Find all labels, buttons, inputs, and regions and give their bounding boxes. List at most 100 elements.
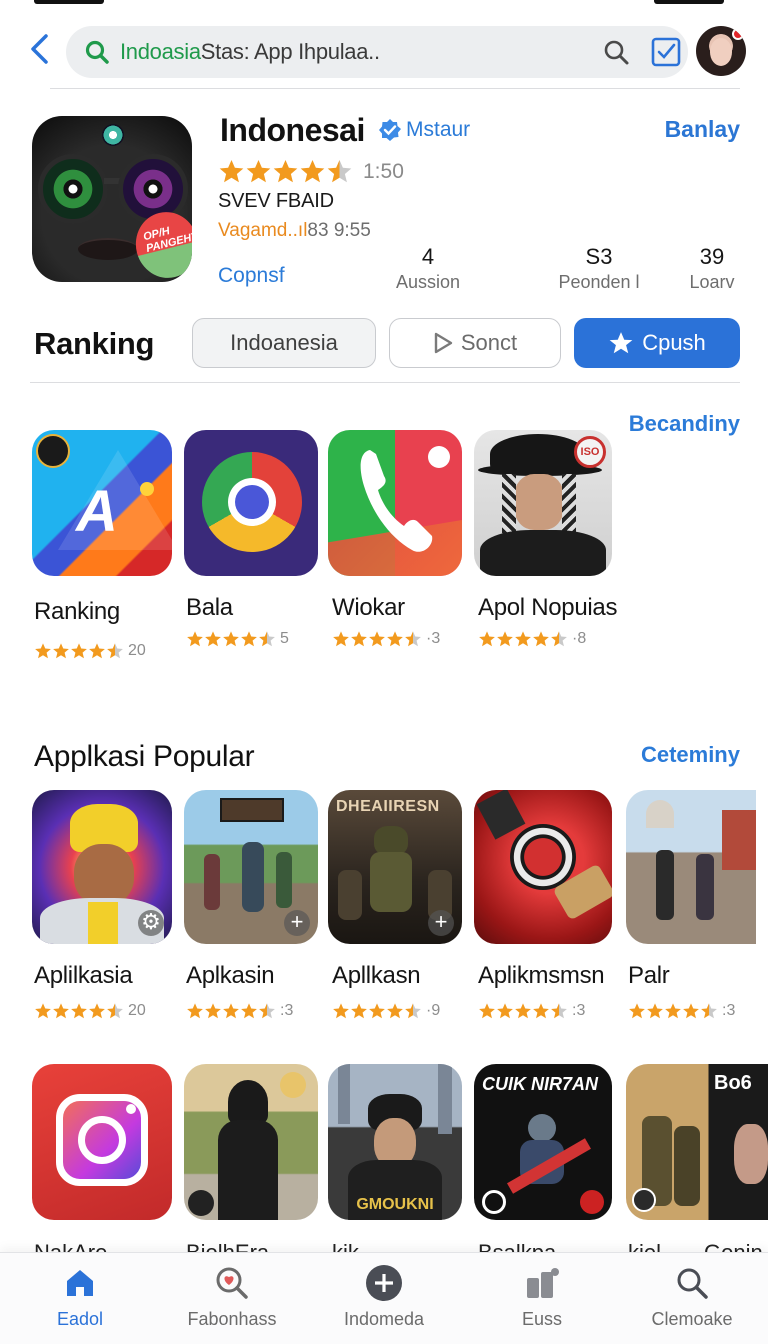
app-icon: GMOUKNI	[328, 1064, 462, 1220]
status-bar-time	[34, 0, 104, 4]
app-icon[interactable]: OP/H PANGEHT	[32, 116, 192, 282]
row3-app-5[interactable]: Bo6	[626, 1064, 768, 1220]
star-icon	[683, 1003, 699, 1019]
app-icon	[32, 1064, 172, 1220]
star-icon	[497, 1003, 513, 1019]
rating-stars	[332, 1002, 422, 1020]
star-icon	[35, 1003, 51, 1019]
banner-text: DHEAIIRESN	[336, 798, 440, 815]
app-name: Aplilkasia	[34, 962, 133, 989]
rating-stars	[332, 630, 422, 648]
ranking-app-4[interactable]: ISO Apol Nopuias ·8	[474, 430, 617, 647]
app-icon	[328, 430, 462, 576]
app-name: Apol Nopuias	[478, 594, 618, 621]
primary-action-link[interactable]: Banlay	[665, 116, 740, 143]
apps-icon	[527, 1268, 559, 1298]
app-rating: 1:50	[218, 158, 404, 185]
star-icon	[533, 631, 549, 647]
app-name: Bala	[186, 594, 233, 621]
star-icon	[246, 160, 271, 183]
star-icon	[515, 631, 531, 647]
star-icon	[515, 1003, 531, 1019]
ranking-app-3[interactable]: Wiokar ·3	[328, 430, 462, 647]
app-link[interactable]: Copnsf	[218, 264, 285, 288]
popular-app-4[interactable]: Aplikmsmsn :3	[474, 790, 612, 1019]
ranking-app-2[interactable]: Bala 5	[184, 430, 318, 647]
ranking-see-more-link[interactable]: Becandiny	[629, 411, 740, 437]
star-icon	[551, 1003, 567, 1019]
chip-sonct[interactable]: Sonct	[389, 318, 561, 368]
app-icon	[474, 790, 612, 944]
search-header: IndoasiaStas: App Ihpulaa..	[0, 24, 768, 84]
star-icon	[387, 1003, 403, 1019]
rating-value: 1:50	[363, 159, 404, 183]
nav-item-home[interactable]: Eadol	[10, 1263, 150, 1330]
star-icon	[89, 643, 105, 659]
star-icon	[609, 332, 633, 354]
row3-app-4[interactable]: CUIK NIR7AN	[474, 1064, 612, 1220]
star-icon	[223, 631, 239, 647]
chip-indoanesia[interactable]: Indoanesia	[192, 318, 376, 368]
star-icon	[629, 1003, 645, 1019]
app-rating: ·3	[332, 630, 440, 648]
verified-icon	[379, 119, 401, 141]
search-heart-icon	[216, 1267, 248, 1299]
rating-stars	[218, 158, 353, 185]
row3-app-1[interactable]	[32, 1064, 172, 1220]
edit-checkbox-icon[interactable]	[650, 36, 682, 68]
nav-item-add[interactable]: Indomeda	[314, 1263, 454, 1330]
back-button[interactable]	[26, 32, 54, 72]
ranking-app-1[interactable]: A Ranking 20	[32, 430, 172, 659]
app-meta: Vagamd..ıl83 9:55	[218, 220, 371, 241]
chip-cpush[interactable]: Cpush	[574, 318, 740, 368]
star-icon	[701, 1003, 717, 1019]
app-rating: 5	[186, 630, 289, 648]
star-icon	[187, 631, 203, 647]
app-icon	[626, 790, 756, 944]
nav-item-apps[interactable]: Euss	[472, 1263, 612, 1330]
star-icon	[89, 1003, 105, 1019]
app-icon: ⚙	[32, 790, 172, 944]
popular-see-more-link[interactable]: Ceteminy	[641, 742, 740, 768]
star-icon	[241, 1003, 257, 1019]
star-icon	[479, 631, 495, 647]
popular-app-5[interactable]: Palr :3	[626, 790, 756, 1019]
star-icon	[219, 160, 244, 183]
plus-circle-icon	[366, 1265, 402, 1301]
star-icon	[259, 631, 275, 647]
star-icon	[369, 1003, 385, 1019]
nav-item-favorites[interactable]: Fabonhass	[162, 1263, 302, 1330]
stat-1: 4 Aussion	[396, 244, 461, 292]
star-icon	[35, 643, 51, 659]
app-subtitle: SVEV FBAID	[218, 190, 334, 212]
star-icon	[205, 1003, 221, 1019]
bottom-navigation: Eadol Fabonhass Indomeda Euss Clemoake	[0, 1252, 768, 1344]
app-name: Ranking	[34, 598, 120, 625]
star-icon	[647, 1003, 663, 1019]
developer-link[interactable]: Mstaur	[406, 118, 470, 142]
popular-app-3[interactable]: DHEAIIRESN + Apllkasn ·9	[328, 790, 462, 1019]
search-submit-icon[interactable]	[602, 38, 630, 66]
avatar[interactable]	[696, 26, 746, 76]
star-icon	[351, 631, 367, 647]
rating-stars	[34, 642, 124, 660]
app-icon: A	[32, 430, 172, 576]
rating-stars	[478, 1002, 568, 1020]
search-icon	[85, 40, 109, 64]
banner-text: CUIK NIR7AN	[482, 1074, 599, 1094]
app-icon	[184, 430, 318, 576]
star-icon	[497, 631, 513, 647]
nav-item-search[interactable]: Clemoake	[622, 1263, 762, 1330]
star-icon	[259, 1003, 275, 1019]
row3-app-3[interactable]: GMOUKNI	[328, 1064, 462, 1220]
star-icon	[205, 631, 221, 647]
popular-app-1[interactable]: ⚙ Aplilkasia 20	[32, 790, 172, 1019]
popular-app-2[interactable]: + Aplkasin :3	[184, 790, 318, 1019]
ranking-title: Ranking	[34, 326, 155, 361]
star-icon	[223, 1003, 239, 1019]
rating-stars	[478, 630, 568, 648]
row3-app-2[interactable]	[184, 1064, 318, 1220]
star-icon	[107, 1003, 123, 1019]
search-input[interactable]: IndoasiaStas: App Ihpulaa..	[66, 26, 688, 78]
star-icon	[300, 160, 325, 183]
